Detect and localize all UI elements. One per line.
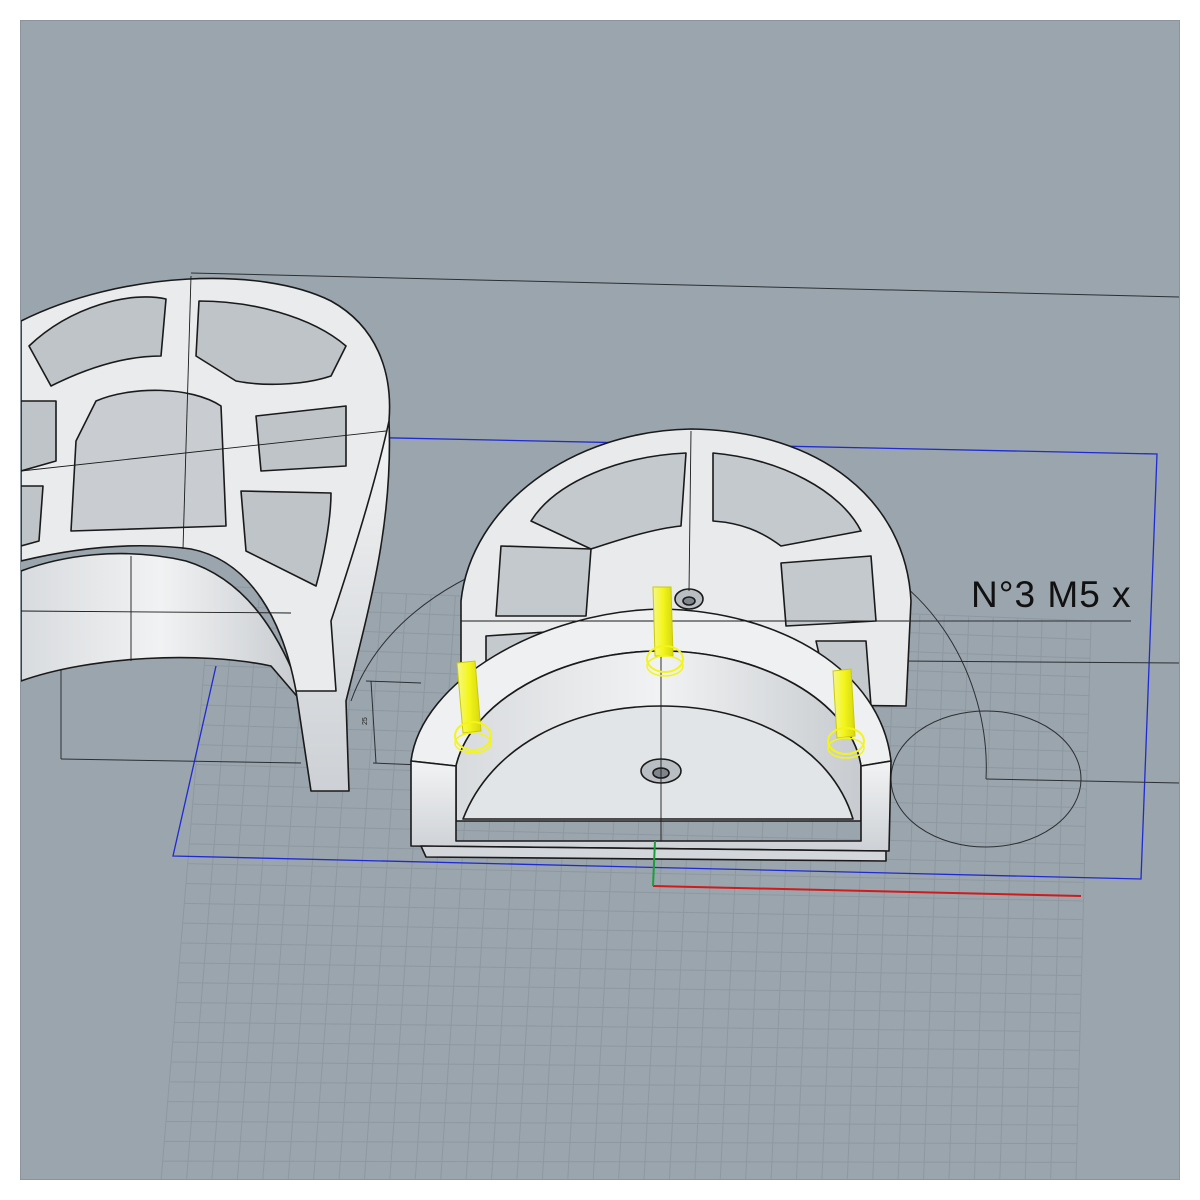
annotation-text[interactable]: N°3 M5 x [971, 574, 1132, 616]
grid-line [160, 585, 212, 1179]
dimension-label: 25 [362, 717, 369, 725]
rhino-3d-viewport[interactable]: 25 N°3 M5 x [20, 20, 1180, 1180]
grid-line [162, 1160, 1077, 1163]
